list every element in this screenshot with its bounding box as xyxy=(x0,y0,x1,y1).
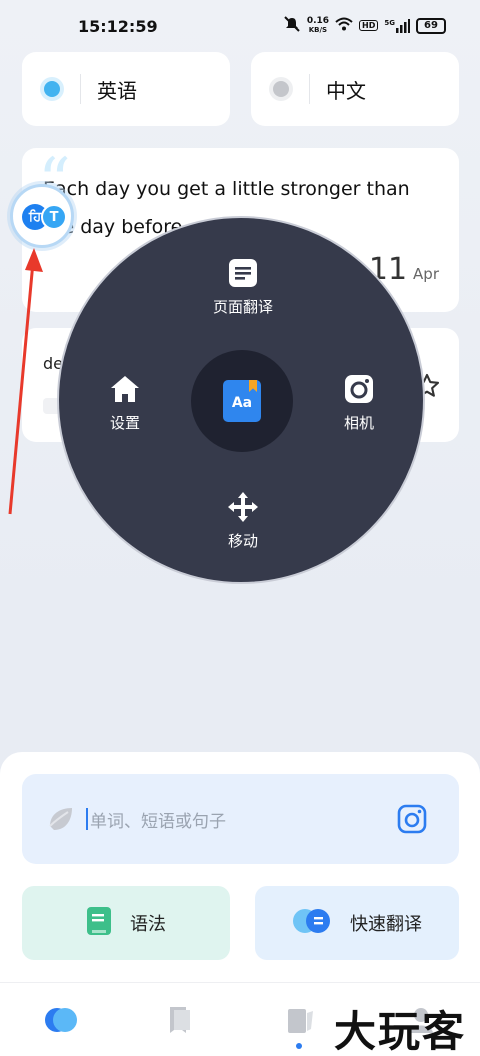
settings-label: 设置 xyxy=(109,414,140,432)
floating-translate-bubble[interactable]: ਹਿ T xyxy=(10,184,74,248)
divider xyxy=(80,74,81,104)
mute-icon xyxy=(283,16,301,35)
bookmark-tab xyxy=(249,380,257,392)
quick-translate-icon xyxy=(292,907,332,940)
grammar-book-icon xyxy=(86,906,112,941)
status-bar: 15:12:59 0.16 KB/S HD 5G 69 xyxy=(0,0,480,52)
page-translate-label: 页面翻译 xyxy=(212,298,274,316)
search-input[interactable]: 单词、短语或句子 xyxy=(22,774,459,864)
target-language-label: 中文 xyxy=(326,78,366,103)
nav-home-icon[interactable] xyxy=(44,1005,77,1037)
search-placeholder: 单词、短语或句子 xyxy=(90,811,226,832)
document-icon xyxy=(226,256,260,290)
source-language-label: 英语 xyxy=(97,78,137,103)
target-language-selector[interactable]: 中文 xyxy=(251,52,459,126)
nav-vocabulary-icon[interactable] xyxy=(166,1005,198,1037)
source-language-selector[interactable]: 英语 xyxy=(22,52,230,126)
quick-translate-button[interactable]: 快速翻译 xyxy=(255,886,459,960)
move-button[interactable]: 移动 xyxy=(226,490,260,551)
active-tab-indicator xyxy=(296,1043,302,1049)
text-cursor xyxy=(86,808,88,830)
grammar-label: 语法 xyxy=(130,914,166,935)
net-speed-unit: KB/S xyxy=(308,25,328,34)
network-type: 5G xyxy=(384,18,395,27)
battery-indicator: 69 xyxy=(416,17,446,34)
wifi-icon xyxy=(335,17,353,34)
nav-notes-icon[interactable] xyxy=(285,1005,317,1037)
page-translate-button[interactable]: 页面翻译 xyxy=(213,256,273,317)
radial-center-button[interactable]: Aa xyxy=(191,350,293,452)
grammar-button[interactable]: 语法 xyxy=(22,886,230,960)
move-arrows-icon xyxy=(226,490,260,524)
target-language-dot xyxy=(273,81,289,97)
status-time: 15:12:59 xyxy=(78,17,158,36)
divider xyxy=(309,74,310,104)
move-label: 移动 xyxy=(227,532,258,550)
source-language-dot xyxy=(44,81,60,97)
net-speed-value: 0.16 xyxy=(306,15,330,26)
status-icons: 0.16 KB/S HD 5G 69 xyxy=(283,16,446,35)
camera-icon xyxy=(342,372,376,406)
camera-scan-icon[interactable] xyxy=(397,804,427,834)
watermark-logo: 大玩客 xyxy=(334,1007,467,1056)
leaf-icon xyxy=(46,804,76,834)
hd-badge: HD xyxy=(359,20,379,31)
quote-month: Apr xyxy=(413,265,439,283)
settings-button[interactable]: 设置 xyxy=(108,372,142,433)
quick-translate-label: 快速翻译 xyxy=(350,914,422,935)
net-speed: 0.16 KB/S xyxy=(306,15,330,35)
camera-label: 相机 xyxy=(343,414,374,432)
home-icon xyxy=(108,372,142,406)
dictionary-app-icon: Aa xyxy=(223,380,261,422)
bubble-right-glyph: T xyxy=(41,204,67,230)
signal-icon: 5G xyxy=(384,18,410,33)
radial-menu: 页面翻译 设置 相机 移动 Aa xyxy=(57,216,425,584)
camera-button[interactable]: 相机 xyxy=(342,372,376,433)
dictionary-icon-text: Aa xyxy=(231,395,253,411)
